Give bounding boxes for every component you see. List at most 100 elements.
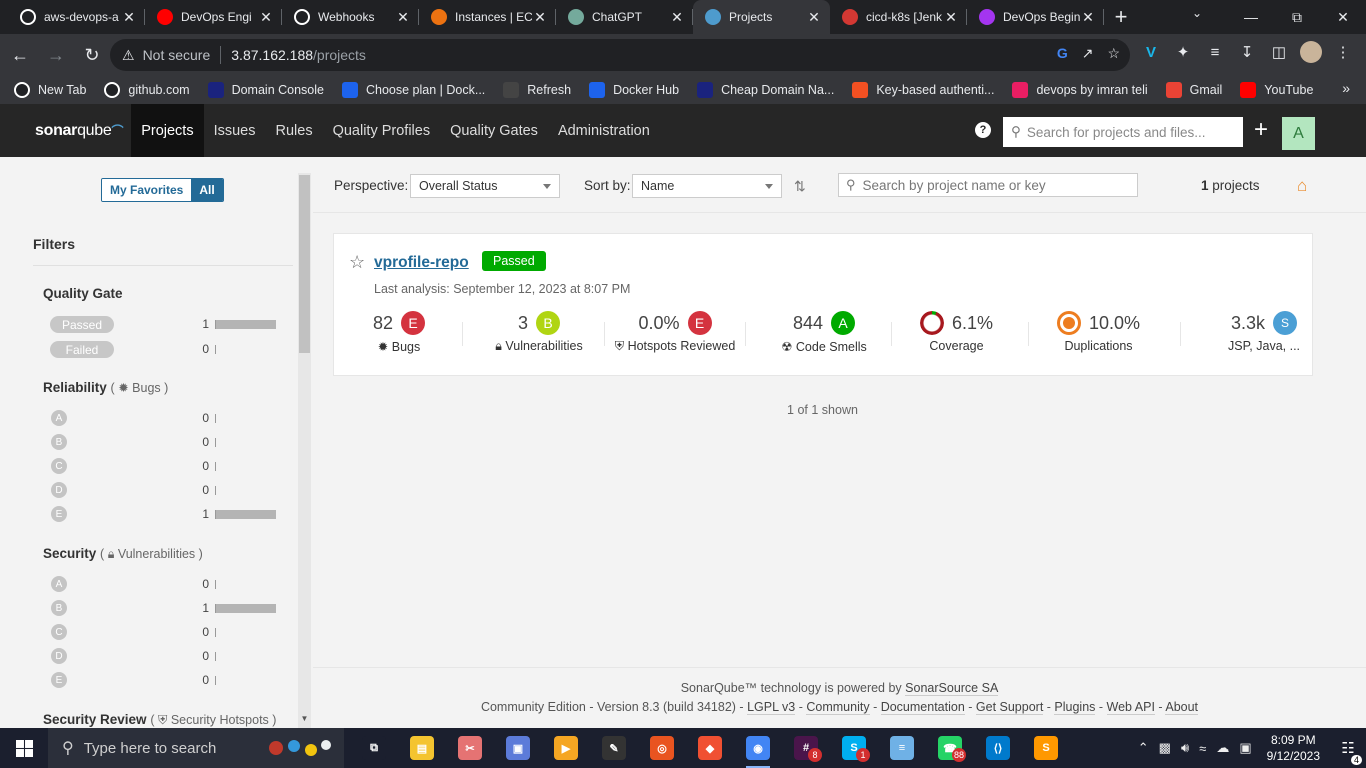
- bugs-measure[interactable]: 82 E ✹ Bugs: [354, 311, 444, 354]
- google-icon[interactable]: G: [1057, 45, 1068, 62]
- create-project-button[interactable]: +: [1254, 118, 1268, 142]
- footer-link-plugins[interactable]: Plugins: [1054, 700, 1096, 715]
- slack-taskbar-button[interactable]: #8: [782, 728, 830, 768]
- nav-quality-profiles[interactable]: Quality Profiles: [323, 104, 441, 157]
- clock[interactable]: 8:09 PM 9/12/2023: [1267, 732, 1320, 764]
- footer-link-get-support[interactable]: Get Support: [975, 700, 1044, 715]
- footer-link-documentation[interactable]: Documentation: [880, 700, 965, 715]
- address-bar[interactable]: ⚠ Not secure 3.87.162.188/projects G ↗ ☆: [110, 39, 1130, 71]
- restore-icon[interactable]: ⧉: [1274, 0, 1320, 34]
- close-tab-icon[interactable]: ✕: [532, 9, 548, 26]
- close-tab-icon[interactable]: ✕: [669, 9, 685, 26]
- reload-icon[interactable]: ↻: [76, 39, 108, 71]
- close-tab-icon[interactable]: ✕: [806, 9, 822, 26]
- bookmark-item[interactable]: Cheap Domain Na...: [697, 82, 834, 98]
- global-search-input[interactable]: [1026, 124, 1227, 140]
- bookmark-item[interactable]: Key-based authenti...: [852, 82, 994, 98]
- nav-quality-gates[interactable]: Quality Gates: [440, 104, 548, 157]
- taskbar-search[interactable]: ⚲ Type here to search: [48, 728, 344, 768]
- coverage-measure[interactable]: 6.1% Coverage: [909, 311, 1004, 353]
- all-button[interactable]: All: [191, 179, 223, 201]
- browser-tab[interactable]: DevOps Begin ✕: [967, 0, 1104, 34]
- vscode-taskbar-button[interactable]: ⟨⟩: [974, 728, 1022, 768]
- browser-tab[interactable]: cicd-k8s [Jenk ✕: [830, 0, 967, 34]
- sonarsource-link[interactable]: SonarSource SA: [905, 681, 999, 696]
- home-icon[interactable]: ⌂: [1297, 176, 1307, 196]
- sublime-taskbar-button[interactable]: S: [1022, 728, 1070, 768]
- my-favorites-button[interactable]: My Favorites: [102, 179, 192, 201]
- cloud-icon[interactable]: ☁: [1216, 740, 1229, 756]
- close-tab-icon[interactable]: ✕: [121, 9, 137, 26]
- back-icon[interactable]: ←: [4, 39, 36, 71]
- nav-administration[interactable]: Administration: [548, 104, 660, 157]
- wifi-icon[interactable]: ≈: [1199, 741, 1206, 756]
- notepad-taskbar-button[interactable]: ≡: [878, 728, 926, 768]
- browser-tab[interactable]: Webhooks ✕: [282, 0, 419, 34]
- more-bookmarks-icon[interactable]: »: [1342, 80, 1350, 96]
- sonarqube-logo[interactable]: sonarqube⌒: [35, 122, 123, 140]
- battery-icon[interactable]: ▩: [1159, 740, 1171, 756]
- quality-gate-facet-title[interactable]: Quality Gate: [43, 286, 123, 301]
- duplications-measure[interactable]: 10.0% Duplications: [1046, 311, 1151, 353]
- file-explorer-taskbar-button[interactable]: ▤: [398, 728, 446, 768]
- sort-direction-icon[interactable]: ⇅: [794, 178, 806, 195]
- close-tab-icon[interactable]: ✕: [1080, 9, 1096, 26]
- skype-taskbar-button[interactable]: S1: [830, 728, 878, 768]
- close-window-icon[interactable]: ✕: [1320, 0, 1366, 34]
- reliability-facet-title[interactable]: Reliability ( ✹ Bugs ): [43, 380, 168, 395]
- nav-issues[interactable]: Issues: [204, 104, 266, 157]
- project-search[interactable]: ⚲: [838, 173, 1138, 197]
- forward-icon[interactable]: →: [40, 39, 72, 71]
- user-avatar[interactable]: A: [1282, 117, 1315, 150]
- chrome-taskbar-button[interactable]: ◉: [734, 728, 782, 768]
- bookmark-item[interactable]: devops by imran teli: [1012, 82, 1148, 98]
- perspective-select[interactable]: Overall Status: [410, 174, 560, 198]
- footer-link-community[interactable]: Community: [806, 700, 870, 715]
- security-review-facet-title[interactable]: Security Review ( ⛨ Security Hotspots ): [43, 712, 276, 728]
- tab-search-icon[interactable]: ⌄: [1192, 6, 1202, 20]
- global-search[interactable]: ⚲: [1003, 117, 1243, 147]
- volume-icon[interactable]: 🔊︎: [1181, 740, 1189, 756]
- project-name-link[interactable]: vprofile-repo: [374, 254, 469, 272]
- close-tab-icon[interactable]: ✕: [258, 9, 274, 26]
- code-smells-measure[interactable]: 844 A ☢ Code Smells: [759, 311, 889, 354]
- task-view-taskbar-button[interactable]: ⧉: [350, 728, 398, 768]
- photos-taskbar-button[interactable]: ▣: [494, 728, 542, 768]
- new-tab-button[interactable]: +: [1104, 0, 1138, 34]
- windows-start-icon[interactable]: [0, 728, 48, 768]
- bookmark-item[interactable]: YouTube: [1240, 82, 1313, 98]
- bookmark-item[interactable]: Domain Console: [207, 82, 324, 98]
- media-player-taskbar-button[interactable]: ▶: [542, 728, 590, 768]
- browser-tab[interactable]: aws-devops-a ✕: [8, 0, 145, 34]
- meet-now-icon[interactable]: ▣: [1239, 740, 1251, 756]
- browser-tab[interactable]: DevOps Engi ✕: [145, 0, 282, 34]
- project-search-input[interactable]: [862, 177, 1133, 193]
- chevron-up-icon[interactable]: ⌃: [1138, 740, 1149, 756]
- reading-list-icon[interactable]: ≡: [1204, 41, 1226, 63]
- vulnerabilities-measure[interactable]: 3B 🔒︎ Vulnerabilities: [479, 311, 599, 354]
- bookmark-item[interactable]: Refresh: [503, 82, 571, 98]
- scroll-down-icon[interactable]: ▼: [299, 714, 310, 723]
- whatsapp-taskbar-button[interactable]: ☎ 88: [926, 728, 974, 768]
- download-icon[interactable]: ↧: [1236, 41, 1258, 63]
- bookmark-item[interactable]: github.com: [104, 82, 190, 98]
- nav-projects[interactable]: Projects: [131, 104, 204, 157]
- snipping-taskbar-button[interactable]: ✂: [446, 728, 494, 768]
- ubuntu-taskbar-button[interactable]: ◎: [638, 728, 686, 768]
- browser-tab[interactable]: ChatGPT ✕: [556, 0, 693, 34]
- footer-link-about[interactable]: About: [1165, 700, 1199, 715]
- browser-tab[interactable]: Instances | EC ✕: [419, 0, 556, 34]
- extensions-icon[interactable]: ✦: [1172, 41, 1194, 63]
- side-panel-icon[interactable]: ◫: [1268, 41, 1290, 63]
- favorite-star-icon[interactable]: ☆: [349, 252, 365, 273]
- notifications-icon[interactable]: ☷ 4: [1330, 739, 1366, 765]
- footer-link-web-api[interactable]: Web API: [1106, 700, 1155, 715]
- sort-select[interactable]: Name: [632, 174, 782, 198]
- close-tab-icon[interactable]: ✕: [395, 9, 411, 26]
- nav-rules[interactable]: Rules: [266, 104, 323, 157]
- vimeo-icon[interactable]: V: [1140, 41, 1162, 63]
- security-facet-title[interactable]: Security ( 🔒︎ Vulnerabilities ): [43, 546, 203, 562]
- browser-tab[interactable]: Projects ✕: [693, 0, 830, 34]
- menu-kebab-icon[interactable]: ⋮: [1332, 41, 1354, 63]
- bookmark-item[interactable]: Choose plan | Dock...: [342, 82, 485, 98]
